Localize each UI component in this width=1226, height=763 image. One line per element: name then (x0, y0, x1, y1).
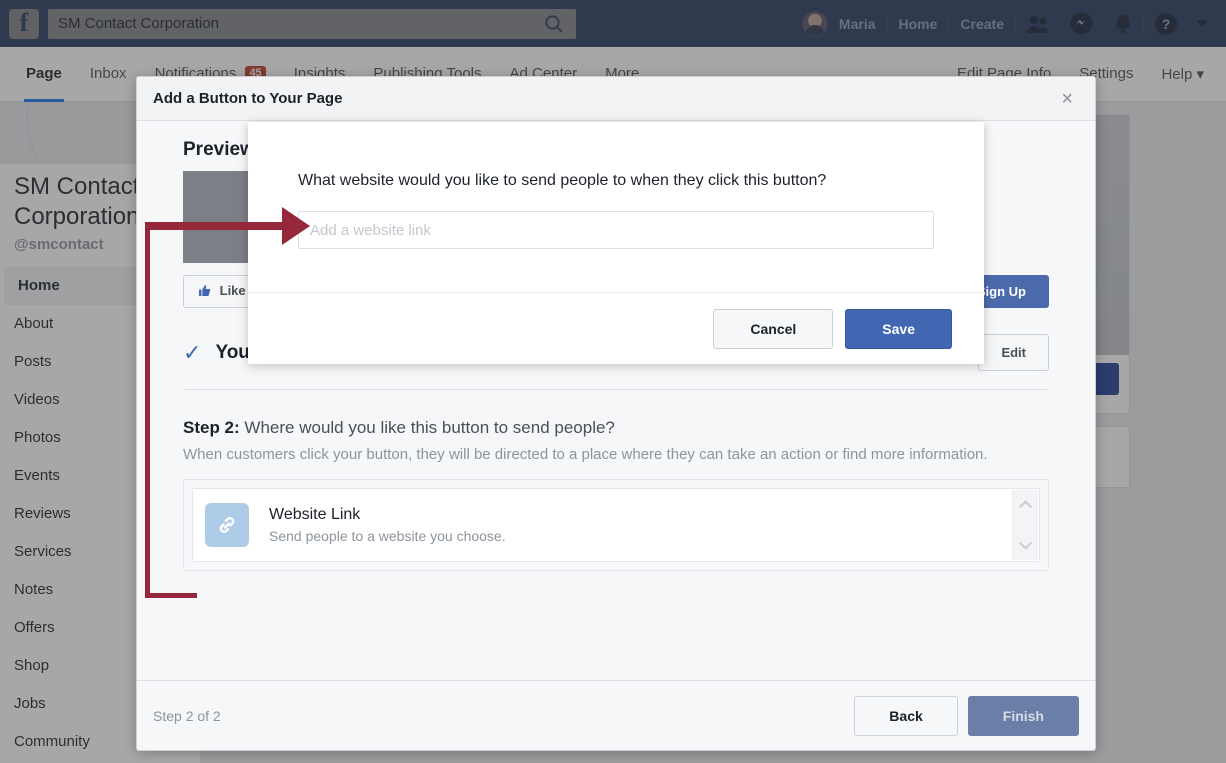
dialog-question: What website would you like to send peop… (248, 122, 984, 190)
check-icon: ✓ (183, 342, 201, 364)
chevron-down-icon[interactable] (1018, 539, 1033, 552)
option-subtitle: Send people to a website you choose. (269, 528, 506, 544)
chevron-up-icon[interactable] (1018, 498, 1033, 511)
annotation-arrow-head (282, 207, 310, 245)
like-label: Like (220, 283, 246, 298)
link-icon (205, 503, 249, 547)
footer-buttons: Back Finish (854, 696, 1079, 736)
step2-description: When customers click your button, they w… (183, 444, 1003, 465)
options-scrollbar[interactable] (1012, 490, 1038, 560)
cancel-button[interactable]: Cancel (713, 309, 833, 349)
step-indicator: Step 2 of 2 (153, 708, 221, 724)
back-button[interactable]: Back (854, 696, 957, 736)
edit-button[interactable]: Edit (978, 334, 1049, 371)
step2-prefix: Step 2: (183, 418, 240, 437)
step2-question: Where would you like this button to send… (244, 418, 614, 437)
option-text: Website Link Send people to a website yo… (269, 506, 506, 544)
annotation-bottom-line (145, 593, 197, 598)
website-link-dialog: What website would you like to send peop… (248, 122, 984, 364)
save-button[interactable]: Save (845, 309, 952, 349)
modal-footer: Step 2 of 2 Back Finish (137, 680, 1095, 750)
finish-button[interactable]: Finish (968, 696, 1079, 736)
destination-options-list: Website Link Send people to a website yo… (183, 479, 1049, 571)
annotation-vertical-line (145, 225, 150, 598)
thumbs-up-icon (198, 284, 211, 300)
modal-header: Add a Button to Your Page × (137, 77, 1095, 121)
website-link-input[interactable] (298, 211, 934, 249)
option-website-link[interactable]: Website Link Send people to a website yo… (192, 488, 1040, 562)
option-title: Website Link (269, 506, 506, 524)
facebook-page-screen: f Maria Home Create (0, 0, 1226, 763)
annotation-arrow-line (145, 222, 285, 230)
step2-heading: Step 2: Where would you like this button… (183, 418, 1049, 438)
dialog-footer: Cancel Save (248, 292, 984, 364)
close-icon[interactable]: × (1055, 87, 1079, 111)
modal-title: Add a Button to Your Page (153, 90, 342, 107)
